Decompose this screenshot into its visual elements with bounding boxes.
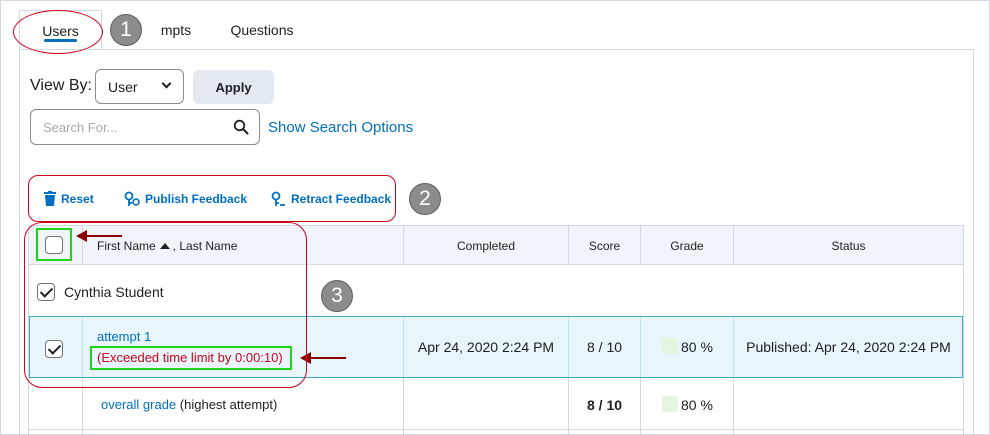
retract-feedback-button[interactable]: Retract Feedback — [271, 191, 391, 207]
header-grade: Grade — [670, 238, 704, 253]
header-status: Status — [831, 238, 866, 253]
show-search-options-link[interactable]: Show Search Options — [268, 119, 413, 136]
publish-icon — [124, 191, 140, 206]
apply-button[interactable]: Apply — [193, 70, 274, 104]
overall-grade-note: (highest attempt) — [179, 397, 278, 412]
retract-icon — [271, 191, 285, 206]
annotation-badge-2: 2 — [409, 183, 441, 215]
annotation-badge-1: 1 — [110, 14, 142, 46]
attempt-status: Published: Apr 24, 2020 2:24 PM — [746, 339, 951, 355]
overall-grade: 80 % — [681, 397, 713, 413]
search-icon[interactable] — [233, 119, 249, 135]
grade-indicator — [662, 396, 678, 412]
publish-feedback-label: Publish Feedback — [145, 192, 248, 206]
view-by-selected-value: User — [108, 78, 138, 95]
attempt-score: 8 / 10 — [586, 339, 623, 355]
overall-score: 8 / 10 — [586, 397, 623, 413]
tab-questions[interactable]: Questions — [212, 10, 312, 50]
attempt-grade: 80 % — [681, 339, 713, 355]
publish-feedback-button[interactable]: Publish Feedback — [124, 191, 247, 207]
grade-indicator — [662, 338, 678, 354]
chevron-down-icon — [161, 78, 172, 89]
row-divider — [29, 429, 963, 430]
tab-questions-label: Questions — [230, 22, 294, 38]
header-completed: Completed — [456, 238, 516, 253]
trash-icon — [44, 191, 56, 206]
overall-grade-link[interactable]: overall grade — [101, 397, 176, 412]
view-by-label: View By: — [30, 77, 92, 94]
search-placeholder: Search For... — [43, 120, 118, 135]
view-by-select[interactable]: User — [95, 69, 184, 104]
search-input[interactable]: Search For... — [30, 109, 260, 145]
retract-feedback-label: Retract Feedback — [291, 192, 392, 206]
annotation-oval-users-tab — [13, 10, 103, 54]
reset-label: Reset — [61, 191, 94, 206]
header-score: Score — [588, 238, 621, 253]
annotation-box-rows — [24, 222, 307, 388]
overall-grade-cell: overall grade (highest attempt) — [101, 397, 277, 412]
col-divider — [640, 317, 641, 377]
reset-button[interactable]: Reset — [44, 191, 94, 206]
annotation-badge-3: 3 — [321, 280, 353, 312]
attempt-completed: Apr 24, 2020 2:24 PM — [417, 339, 555, 355]
